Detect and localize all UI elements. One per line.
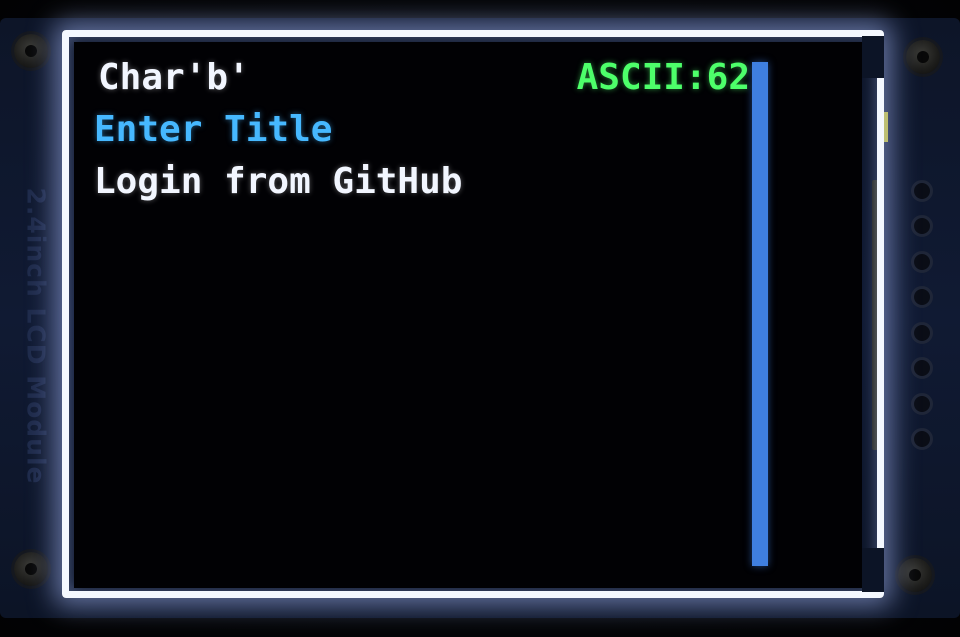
- module-label: 2.4inch LCD Module: [21, 187, 51, 485]
- lcd-module-photo: 2.4inch LCD Module Char'b' ASCII:62 Ente…: [0, 0, 960, 637]
- scrollbar[interactable]: [752, 62, 768, 566]
- pin-icon: [911, 321, 933, 344]
- mount-hole-icon: [898, 558, 932, 592]
- pin-icon: [911, 427, 933, 450]
- ascii-value: ASCII:62: [576, 57, 750, 98]
- pin-icon: [911, 215, 933, 238]
- pin-icon: [911, 357, 933, 380]
- pin-icon: [911, 286, 933, 309]
- mount-hole-icon: [906, 40, 940, 74]
- pin-icon: [911, 250, 933, 273]
- char-label: Char'b': [98, 57, 250, 98]
- lcd-notch-bottom: [862, 548, 884, 592]
- login-github-option[interactable]: Login from GitHub: [94, 162, 462, 202]
- lcd-notch-top: [862, 36, 884, 78]
- pin-icon: [911, 180, 933, 202]
- pin-header: [902, 180, 942, 450]
- mount-hole-icon: [14, 34, 48, 68]
- mount-hole-icon: [14, 552, 48, 586]
- pin-icon: [911, 392, 933, 415]
- title-input[interactable]: Enter Title: [94, 110, 332, 150]
